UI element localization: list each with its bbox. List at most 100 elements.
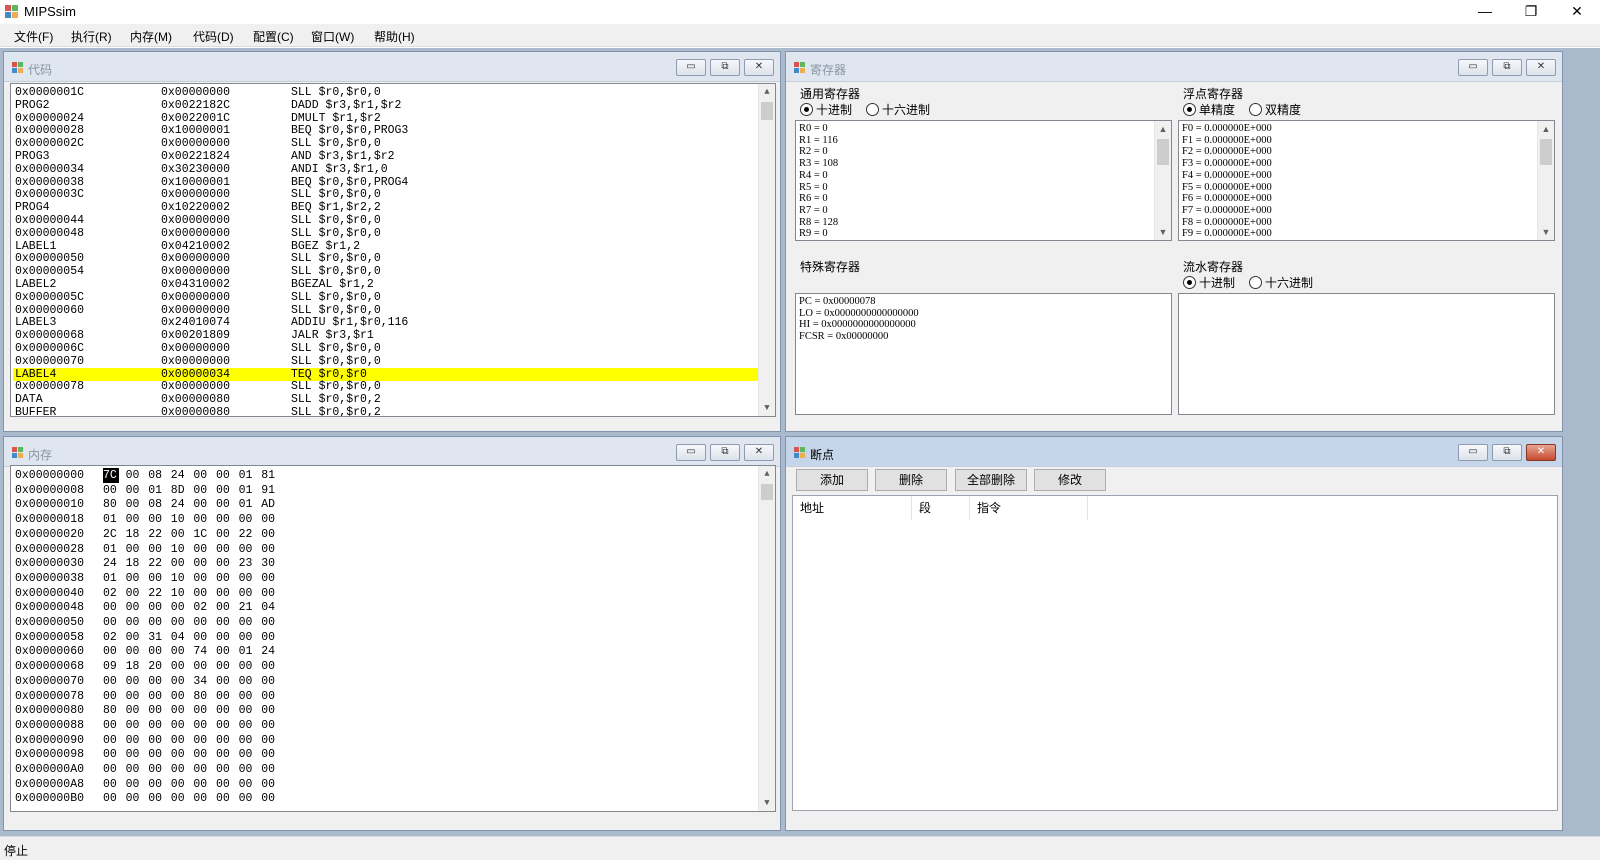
memory-byte[interactable]: 81 xyxy=(261,468,277,483)
memory-byte[interactable]: 18 xyxy=(126,527,142,542)
restore-button[interactable]: ⧉ xyxy=(710,444,740,461)
code-row[interactable]: 0x00000048 0x00000000 SLL $r0,$r0,0 xyxy=(13,227,758,240)
memory-byte[interactable]: 00 xyxy=(171,733,187,748)
memory-byte[interactable]: 18 xyxy=(126,556,142,571)
minimize-button[interactable]: ▭ xyxy=(1458,59,1488,76)
close-window-button[interactable]: ✕ xyxy=(1554,0,1600,24)
pipeline-decimal-radio[interactable]: 十进制 xyxy=(1183,274,1235,291)
memory-byte[interactable]: 00 xyxy=(193,512,209,527)
scroll-down-icon[interactable]: ▼ xyxy=(1155,224,1171,240)
memory-byte[interactable]: 00 xyxy=(261,703,277,718)
memory-byte[interactable]: 00 xyxy=(193,556,209,571)
memory-byte[interactable]: 10 xyxy=(171,571,187,586)
scroll-down-icon[interactable]: ▼ xyxy=(1538,224,1554,240)
memory-byte[interactable]: 00 xyxy=(126,689,142,704)
memory-byte[interactable]: 00 xyxy=(261,630,277,645)
memory-byte[interactable]: 00 xyxy=(126,777,142,792)
memory-byte[interactable]: 00 xyxy=(126,747,142,762)
memory-byte[interactable]: 00 xyxy=(216,527,232,542)
scroll-up-icon[interactable]: ▲ xyxy=(759,84,775,100)
memory-byte[interactable]: 01 xyxy=(239,483,255,498)
memory-row[interactable]: 0x00000070 00 00 00 00 34 00 00 00 xyxy=(13,674,753,689)
memory-byte[interactable]: 00 xyxy=(126,600,142,615)
memory-byte[interactable]: 00 xyxy=(261,791,277,806)
memory-byte[interactable]: 30 xyxy=(261,556,277,571)
memory-byte[interactable]: 00 xyxy=(148,542,164,557)
memory-row[interactable]: 0x00000000 7C 00 08 24 00 00 01 81 xyxy=(13,468,753,483)
memory-row[interactable]: 0x00000008 00 00 01 8D 00 00 01 91 xyxy=(13,483,753,498)
menu-code[interactable]: 代码(D) xyxy=(193,28,234,45)
memory-byte[interactable]: 00 xyxy=(261,674,277,689)
memory-byte[interactable]: 22 xyxy=(148,586,164,601)
code-row[interactable]: LABEL2 0x04310002 BGEZAL $r1,2 xyxy=(13,278,758,291)
memory-byte[interactable]: 00 xyxy=(239,615,255,630)
memory-byte[interactable]: 00 xyxy=(103,600,119,615)
special-registers-list[interactable]: PC = 0x00000078 LO = 0x0000000000000000 HI… xyxy=(795,293,1172,415)
memory-byte[interactable]: 00 xyxy=(239,703,255,718)
column-header-segment[interactable]: 段 xyxy=(912,496,970,520)
memory-byte[interactable]: 00 xyxy=(126,571,142,586)
memory-row[interactable]: 0x00000010 80 00 08 24 00 00 01 AD xyxy=(13,497,753,512)
code-row[interactable]: 0x0000003C 0x00000000 SLL $r0,$r0,0 xyxy=(13,188,758,201)
scroll-down-icon[interactable]: ▼ xyxy=(759,400,775,416)
memory-row[interactable]: 0x00000048 00 00 00 00 02 00 21 04 xyxy=(13,600,753,615)
memory-byte[interactable]: 00 xyxy=(126,497,142,512)
memory-byte[interactable]: 00 xyxy=(126,791,142,806)
code-row[interactable]: 0x0000006C 0x00000000 SLL $r0,$r0,0 xyxy=(13,342,758,355)
add-breakpoint-button[interactable]: 添加 xyxy=(796,469,868,491)
memory-byte[interactable]: 00 xyxy=(193,586,209,601)
restore-button[interactable]: ⧉ xyxy=(1492,444,1522,461)
memory-byte[interactable]: 00 xyxy=(216,777,232,792)
memory-byte[interactable]: 01 xyxy=(103,542,119,557)
memory-byte[interactable]: 8D xyxy=(171,483,187,498)
memory-byte[interactable]: 00 xyxy=(148,747,164,762)
memory-byte[interactable]: 00 xyxy=(148,644,164,659)
scroll-thumb[interactable] xyxy=(761,102,773,120)
code-row[interactable]: LABEL1 0x04210002 BGEZ $r1,2 xyxy=(13,240,758,253)
code-row[interactable]: PROG3 0x00221824 AND $r3,$r1,$r2 xyxy=(13,150,758,163)
memory-byte[interactable]: 00 xyxy=(216,644,232,659)
memory-byte[interactable]: 00 xyxy=(239,777,255,792)
minimize-button[interactable]: ▭ xyxy=(676,59,706,76)
scroll-thumb[interactable] xyxy=(1157,139,1169,165)
memory-byte[interactable]: 00 xyxy=(148,791,164,806)
memory-byte[interactable]: 00 xyxy=(148,689,164,704)
memory-byte[interactable]: 00 xyxy=(261,733,277,748)
code-scrollbar[interactable]: ▲ ▼ xyxy=(758,84,775,416)
memory-byte[interactable]: 01 xyxy=(103,512,119,527)
memory-byte[interactable]: 00 xyxy=(193,483,209,498)
memory-byte[interactable]: 00 xyxy=(193,703,209,718)
memory-byte[interactable]: 00 xyxy=(216,571,232,586)
general-scrollbar[interactable]: ▲ ▼ xyxy=(1154,121,1171,240)
column-header-instruction[interactable]: 指令 xyxy=(970,496,1088,520)
memory-byte[interactable]: 00 xyxy=(171,659,187,674)
scroll-up-icon[interactable]: ▲ xyxy=(1155,121,1171,137)
memory-byte[interactable]: 00 xyxy=(216,689,232,704)
memory-byte[interactable]: 00 xyxy=(216,630,232,645)
memory-byte[interactable]: 00 xyxy=(148,674,164,689)
memory-byte[interactable]: 00 xyxy=(193,630,209,645)
memory-byte[interactable]: 00 xyxy=(261,527,277,542)
memory-row[interactable]: 0x00000020 2C 18 22 00 1C 00 22 00 xyxy=(13,527,753,542)
code-row[interactable]: PROG2 0x0022182C DADD $r3,$r1,$r2 xyxy=(13,99,758,112)
memory-byte[interactable]: 00 xyxy=(239,512,255,527)
memory-byte[interactable]: 00 xyxy=(126,615,142,630)
memory-byte[interactable]: 1C xyxy=(193,527,209,542)
memory-byte[interactable]: 00 xyxy=(239,733,255,748)
memory-dump[interactable]: ▲ ▼ 0x00000000 7C 00 08 24 00 00 01 81 0x00000008… xyxy=(10,465,776,812)
memory-byte[interactable]: AD xyxy=(261,497,277,512)
memory-byte[interactable]: 04 xyxy=(171,630,187,645)
code-row[interactable]: 0x00000068 0x00201809 JALR $r3,$r1 xyxy=(13,329,758,342)
memory-byte[interactable]: 00 xyxy=(171,718,187,733)
memory-byte[interactable]: 00 xyxy=(148,777,164,792)
code-row[interactable]: 0x00000038 0x10000001 BEQ $r0,$r0,PROG4 xyxy=(13,176,758,189)
general-registers-list[interactable]: ▲ ▼ R0 = 0 R1 = 116 R2 = 0 R3 = 108 R4 = 0 R5… xyxy=(795,120,1172,241)
delete-breakpoint-button[interactable]: 删除 xyxy=(875,469,947,491)
memory-byte[interactable]: 80 xyxy=(103,497,119,512)
memory-byte[interactable]: 00 xyxy=(103,791,119,806)
memory-byte[interactable]: 00 xyxy=(193,791,209,806)
memory-row[interactable]: 0x00000078 00 00 00 00 80 00 00 00 xyxy=(13,689,753,704)
memory-byte[interactable]: 00 xyxy=(193,747,209,762)
code-row[interactable]: 0x0000002C 0x00000000 SLL $r0,$r0,0 xyxy=(13,137,758,150)
memory-byte[interactable]: 00 xyxy=(126,703,142,718)
